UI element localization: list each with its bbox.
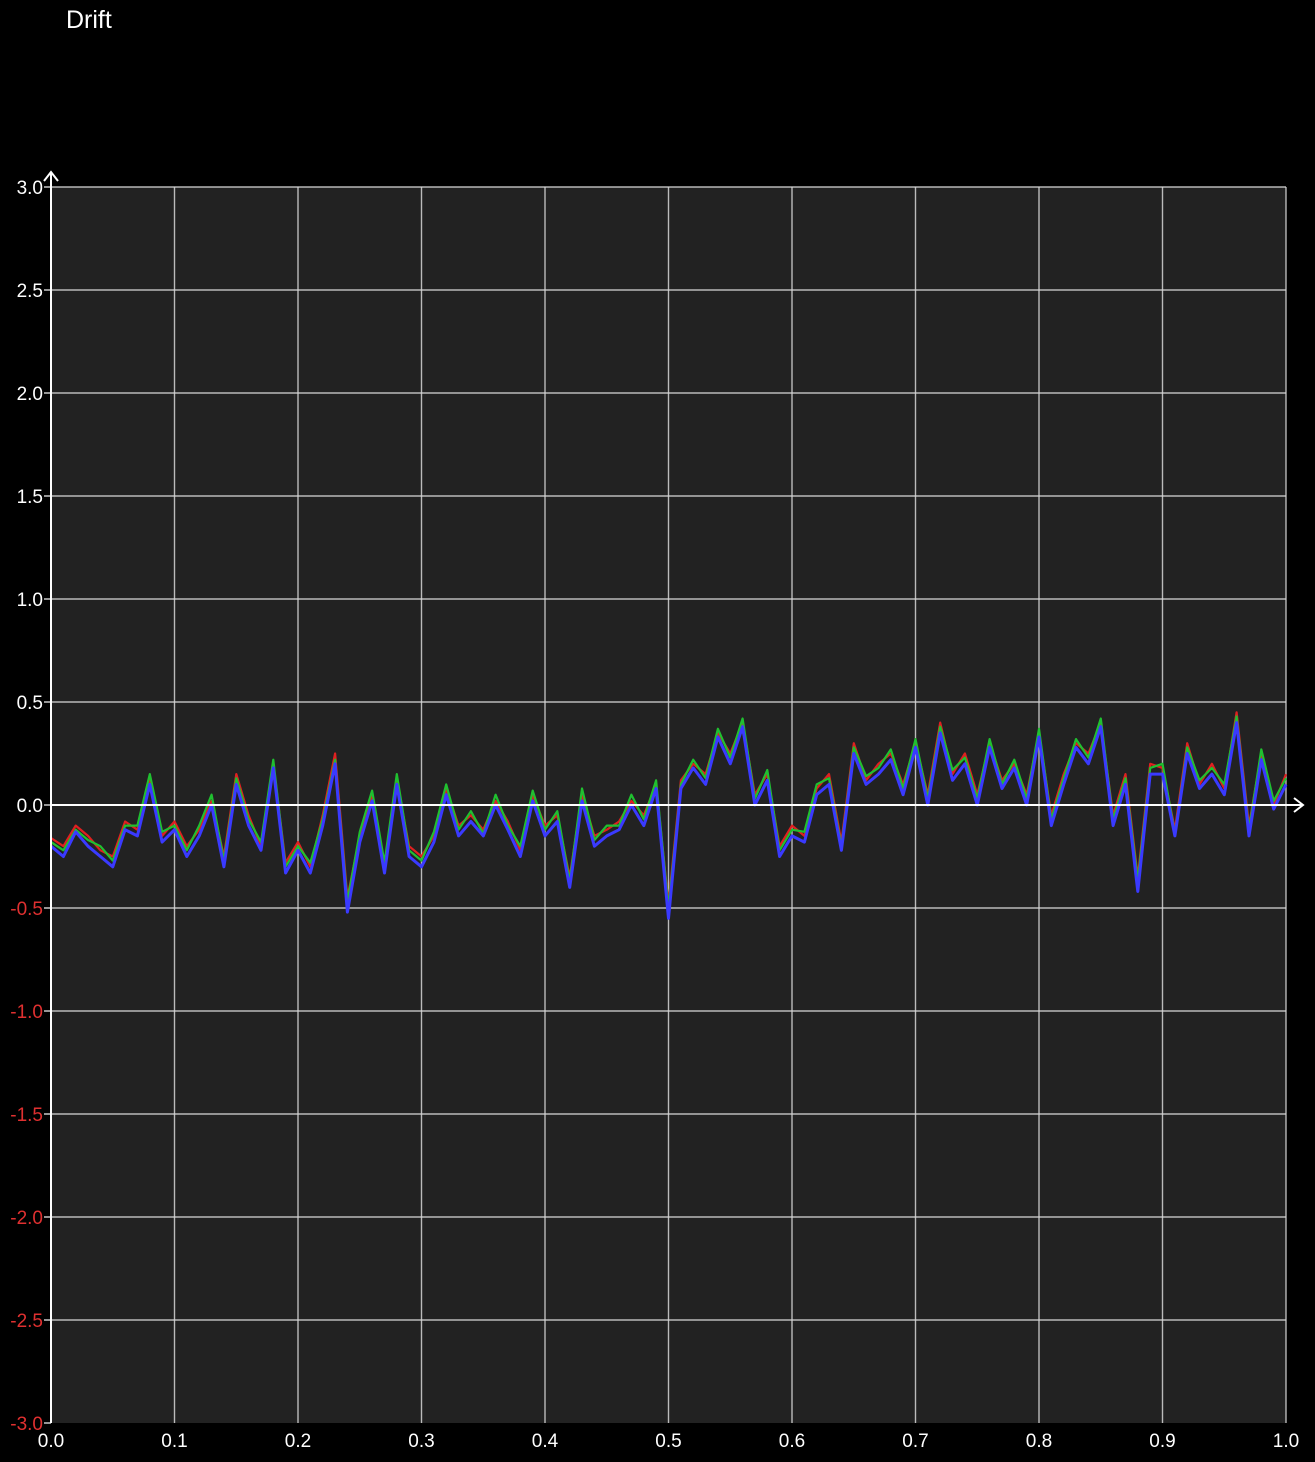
y-tick-label: 0.5 (17, 693, 43, 714)
x-tick-label: 0.7 (902, 1431, 928, 1452)
x-tick-label: 0.3 (408, 1431, 434, 1452)
y-tick-label: 1.5 (17, 487, 43, 508)
x-tick-label: 0.5 (655, 1431, 681, 1452)
x-tick-label: 0.2 (285, 1431, 311, 1452)
y-tick-label: 2.5 (17, 281, 43, 302)
y-tick-label: -1.5 (10, 1105, 43, 1126)
y-tick-label: 2.0 (17, 384, 43, 405)
x-tick-label: 0.9 (1149, 1431, 1175, 1452)
y-tick-label: -2.0 (10, 1208, 43, 1229)
y-tick-label: 1.0 (17, 590, 43, 611)
y-tick-label: 0.0 (17, 796, 43, 817)
x-tick-label: 1.0 (1273, 1431, 1299, 1452)
x-tick-label: 0.1 (161, 1431, 187, 1452)
x-tick-label: 0.4 (532, 1431, 559, 1452)
y-tick-label: -3.0 (10, 1414, 43, 1435)
x-tick-label: 0.6 (779, 1431, 805, 1452)
y-tick-label: -1.0 (10, 1002, 43, 1023)
drift-chart: 0.0 0.1 0.2 0.3 0.4 0.5 0.6 0.7 0.8 0.9 1.0 3.0 2.5 2… (10, 170, 1305, 1452)
y-tick-label: -2.5 (10, 1311, 43, 1332)
y-tick-label: -0.5 (10, 899, 43, 920)
x-tick-label: 0.8 (1026, 1431, 1052, 1452)
y-tick-label: 3.0 (17, 178, 43, 199)
